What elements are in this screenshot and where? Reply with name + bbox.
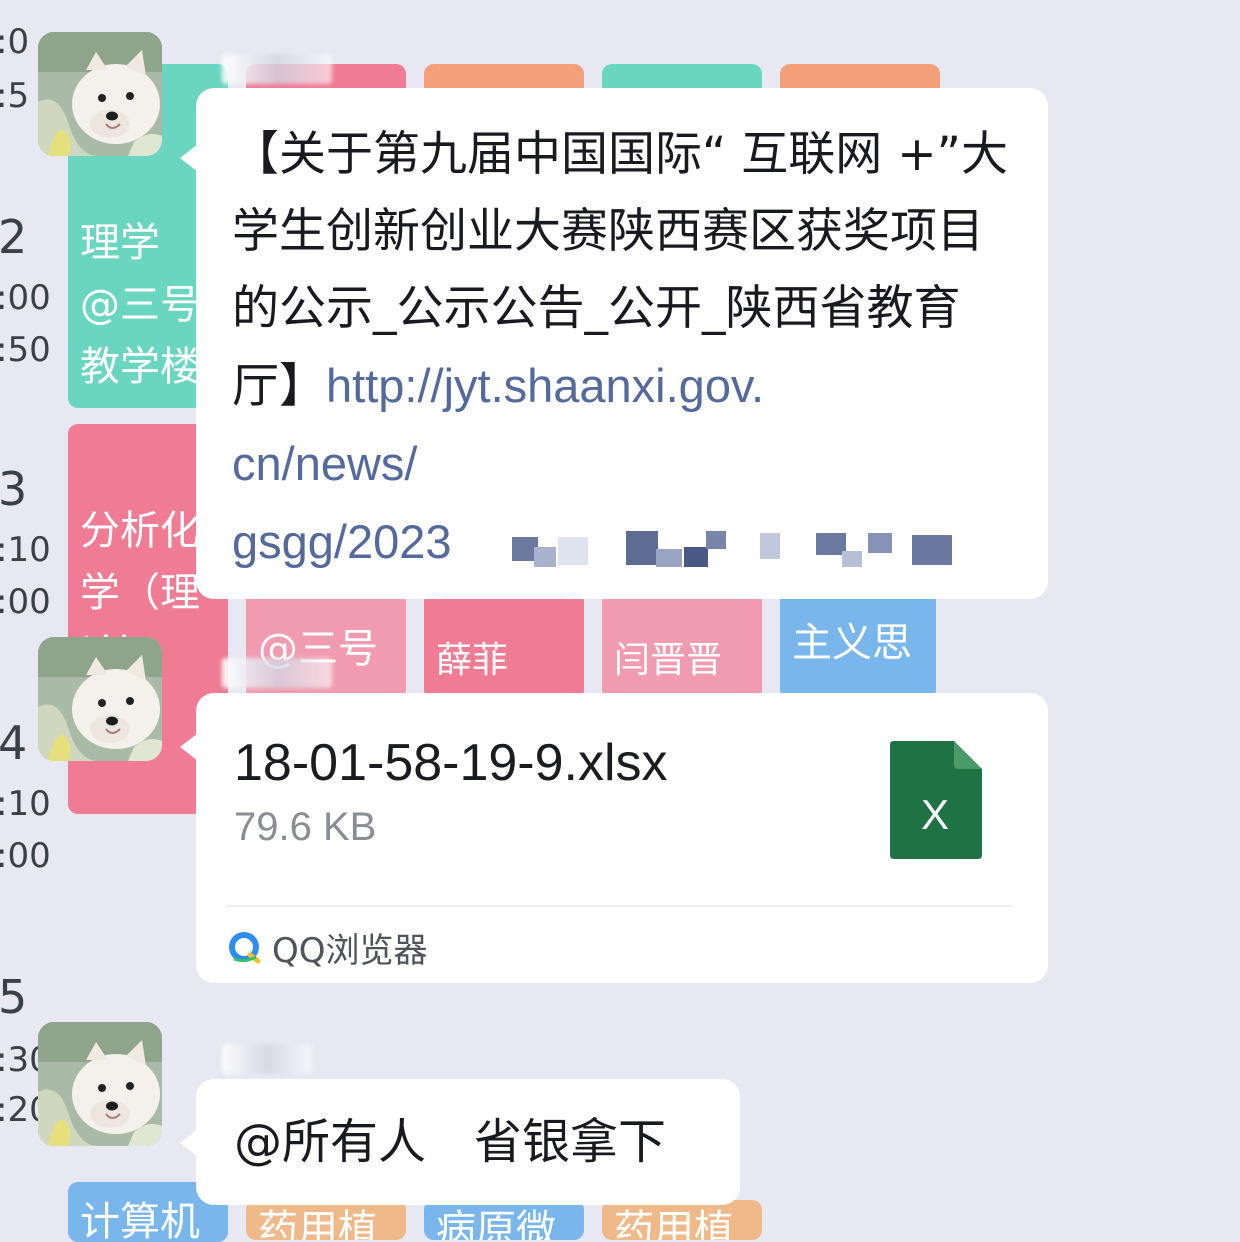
course-card[interactable]: 病原微 [424, 1200, 584, 1240]
message-text: 【关于第九届中国国际“ 互联网 +”大学生创新创业大赛陕西赛区获奖项目的公示_公… [232, 116, 1014, 581]
time-label: :0 [0, 22, 30, 62]
course-title: 药用植 [614, 1207, 734, 1240]
time-label: :10 [0, 784, 51, 824]
course-card[interactable]: 药用植 [246, 1200, 406, 1240]
course-card[interactable]: 药用植 [602, 1200, 762, 1240]
file-name: 18-01-58-19-9.xlsx [234, 734, 668, 792]
time-label: :00 [0, 278, 51, 318]
course-card[interactable]: 闫晋晋 [602, 590, 762, 700]
course-card[interactable]: 主义思 [780, 590, 936, 700]
sender-avatar[interactable] [38, 1022, 162, 1146]
sender-name-blurred [222, 54, 332, 84]
day-number: 4 [0, 716, 28, 770]
excel-file-icon: X [890, 741, 982, 859]
time-label: :00 [0, 582, 51, 622]
day-number: 5 [0, 970, 28, 1024]
file-size: 79.6 KB [234, 805, 377, 849]
message-bubble-link[interactable]: 【关于第九届中国国际“ 互联网 +”大学生创新创业大赛陕西赛区获奖项目的公示_公… [180, 88, 1048, 599]
link-url[interactable]: cn/news/ [232, 437, 417, 490]
day-number: 3 [0, 462, 28, 516]
source-label: QQ浏览器 [272, 930, 428, 971]
sender-avatar[interactable] [38, 637, 162, 761]
course-card[interactable]: 薛菲 [424, 590, 584, 700]
divider [226, 905, 1012, 907]
file-source[interactable]: QQ浏览器 [226, 925, 428, 971]
message-bubble-file[interactable]: 18-01-58-19-9.xlsx 79.6 KB X QQ浏览器 [180, 693, 1048, 983]
sender-avatar[interactable] [38, 32, 162, 156]
redacted-mosaic [506, 525, 956, 575]
day-number: 2 [0, 210, 28, 264]
sender-name-blurred [222, 658, 332, 688]
time-label: :00 [0, 836, 51, 876]
message-text: @所有人 省银拿下 [234, 1114, 667, 1170]
course-teacher: 闫晋晋 [614, 640, 723, 681]
time-label: :50 [0, 330, 51, 370]
course-title: 理学 @三号 教学楼 [80, 220, 200, 390]
excel-icon-letter: X [921, 791, 949, 838]
message-bubble-text[interactable]: @所有人 省银拿下 [180, 1079, 740, 1205]
link-url[interactable]: gsgg/2023 [232, 515, 452, 568]
sender-name-blurred [222, 1044, 312, 1074]
course-title: 病原微 [436, 1207, 556, 1240]
time-label: :5 [0, 76, 30, 116]
course-title: 药用植 [258, 1207, 378, 1240]
time-label: :10 [0, 530, 51, 570]
course-title: 主义思 [792, 620, 912, 666]
course-title: 计算机 [80, 1199, 200, 1242]
course-teacher: 薛菲 [436, 640, 509, 681]
link-url[interactable]: http://jyt.shaanxi.gov. [326, 359, 764, 412]
qq-browser-icon [229, 932, 261, 964]
